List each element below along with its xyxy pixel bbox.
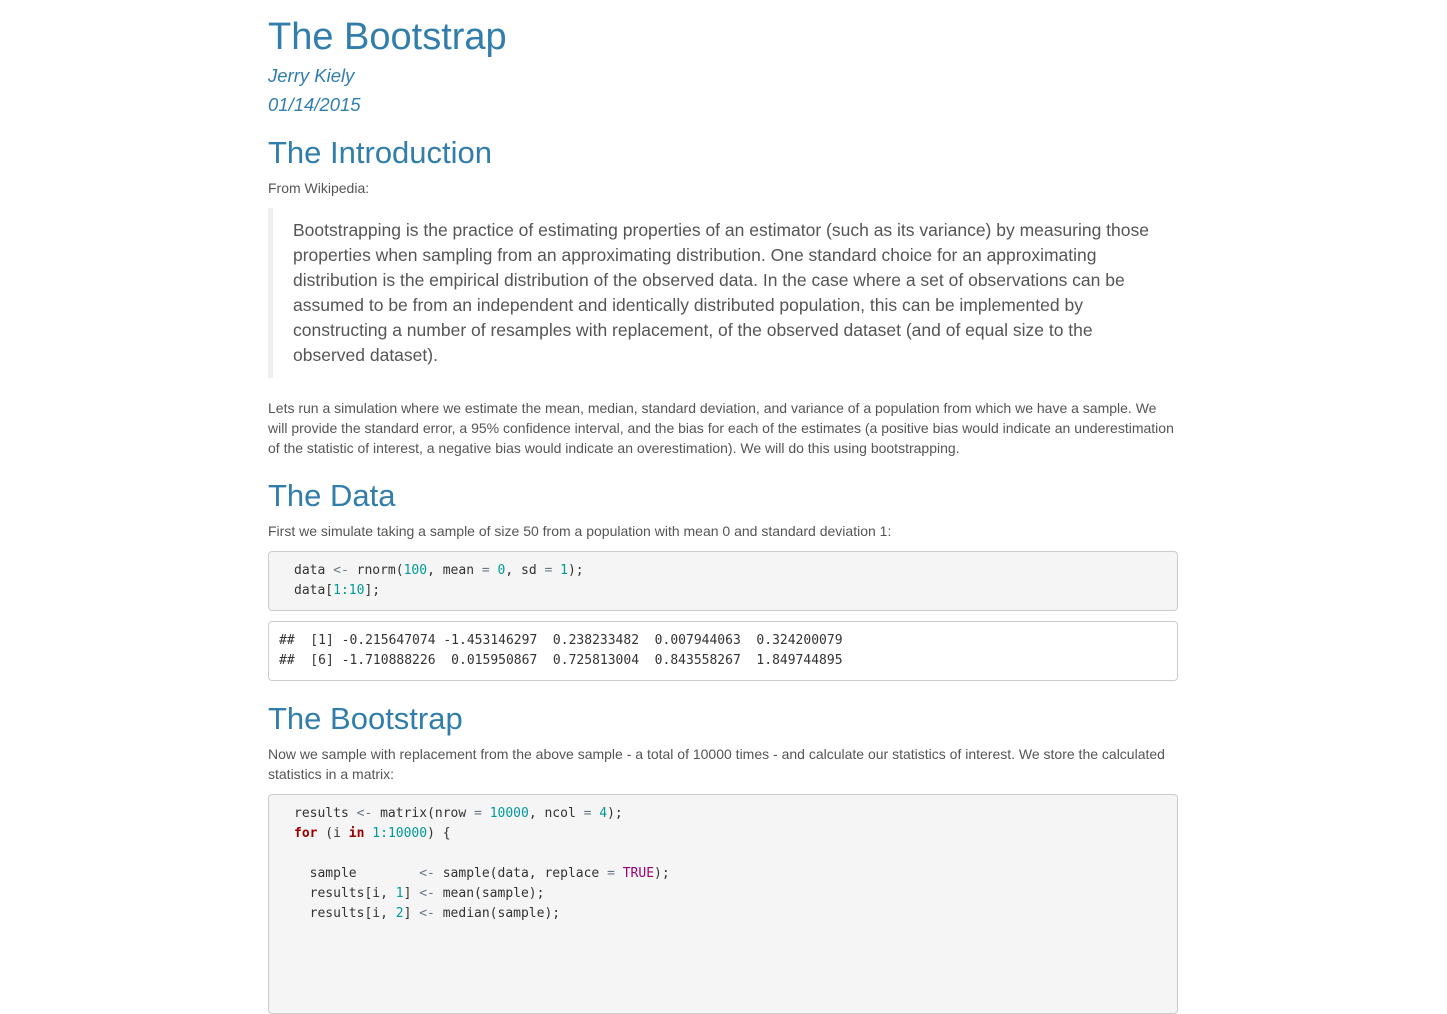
code-line: for (i in 1:10000) { [294, 826, 451, 841]
data-paragraph: First we simulate taking a sample of siz… [268, 523, 892, 539]
source-note: From Wikipedia: [268, 180, 370, 196]
code-block-data: data <- rnorm(100, mean = 0, sd = 1); dat… [268, 551, 1178, 611]
author: Jerry Kiely [268, 65, 355, 86]
intro-paragraph: Lets run a simulation where we estimate … [268, 400, 1174, 456]
code-line: results <- matrix(nrow = 10000, ncol = 4… [294, 806, 623, 821]
wikipedia-quote: Bootstrapping is the practice of estimat… [268, 208, 1178, 378]
heading-bootstrap: The Bootstrap [268, 701, 463, 736]
heading-data: The Data [268, 478, 396, 513]
code-line: results[i, 2] <- median(sample); [294, 906, 561, 921]
document: The Bootstrap Jerry Kiely 01/14/2015 The… [268, 0, 1178, 1014]
output-block-data: ## [1] -0.215647074 -1.453146297 0.23823… [268, 621, 1178, 681]
code-block-bootstrap: results <- matrix(nrow = 10000, ncol = 4… [268, 794, 1178, 1014]
code-line: results[i, 1] <- mean(sample); [294, 886, 545, 901]
output-line: ## [1] -0.215647074 -1.453146297 0.23823… [279, 633, 843, 648]
bootstrap-paragraph: Now we sample with replacement from the … [268, 746, 1165, 782]
heading-introduction: The Introduction [268, 135, 493, 170]
code-line: data <- rnorm(100, mean = 0, sd = 1); [294, 563, 584, 578]
output-line: ## [6] -1.710888226 0.015950867 0.725813… [279, 653, 843, 668]
date: 01/14/2015 [268, 94, 361, 115]
code-line: data[1:10]; [294, 583, 381, 598]
code-line: sample <- sample(data, replace = TRUE); [294, 866, 670, 881]
document-title: The Bootstrap [268, 16, 507, 58]
